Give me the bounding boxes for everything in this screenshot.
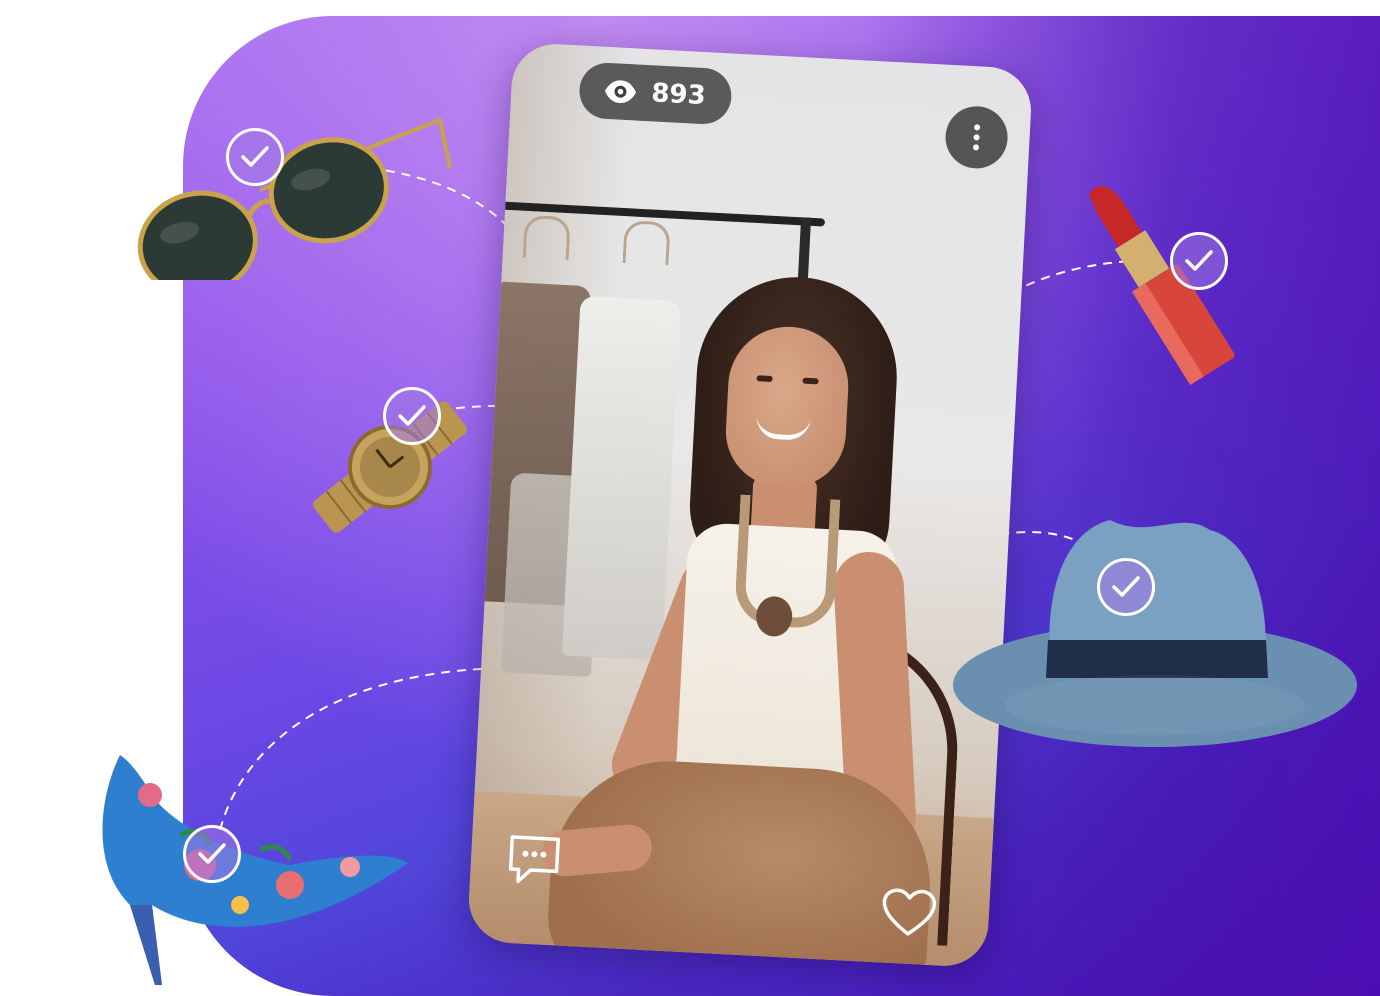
more-options-button[interactable] — [943, 104, 1010, 170]
eye-icon — [604, 80, 637, 103]
tag-badge[interactable] — [1170, 232, 1228, 290]
tag-badge[interactable] — [383, 387, 441, 445]
check-icon — [198, 843, 226, 864]
heart-icon[interactable] — [880, 886, 939, 939]
sunglasses-icon — [137, 117, 452, 297]
tag-badge[interactable] — [183, 825, 241, 883]
hanger — [622, 220, 671, 266]
views-counter: 893 — [578, 61, 734, 126]
hanging-shirt — [561, 295, 681, 661]
hanger — [522, 214, 571, 261]
person-eye — [756, 375, 773, 383]
product-sunglasses[interactable] — [120, 110, 460, 297]
check-icon — [1185, 250, 1213, 271]
more-vertical-icon — [973, 124, 981, 151]
tag-badge[interactable] — [226, 128, 284, 186]
tag-badge[interactable] — [1097, 558, 1155, 616]
product-high-heel-shoe[interactable] — [90, 755, 420, 990]
product-fedora-hat[interactable] — [950, 510, 1360, 760]
check-icon — [1112, 576, 1140, 597]
person-eye — [802, 377, 819, 385]
check-icon — [241, 146, 269, 167]
person-face — [723, 323, 852, 490]
views-count: 893 — [650, 78, 707, 112]
product-watch[interactable] — [285, 365, 495, 570]
product-lipstick[interactable] — [1070, 160, 1250, 395]
high-heel-icon — [102, 755, 408, 985]
fedora-hat-icon — [953, 520, 1357, 747]
lipstick-icon — [1088, 186, 1235, 385]
comment-icon[interactable] — [504, 829, 565, 890]
post-card[interactable]: 893 — [466, 42, 1034, 968]
check-icon — [398, 405, 426, 426]
